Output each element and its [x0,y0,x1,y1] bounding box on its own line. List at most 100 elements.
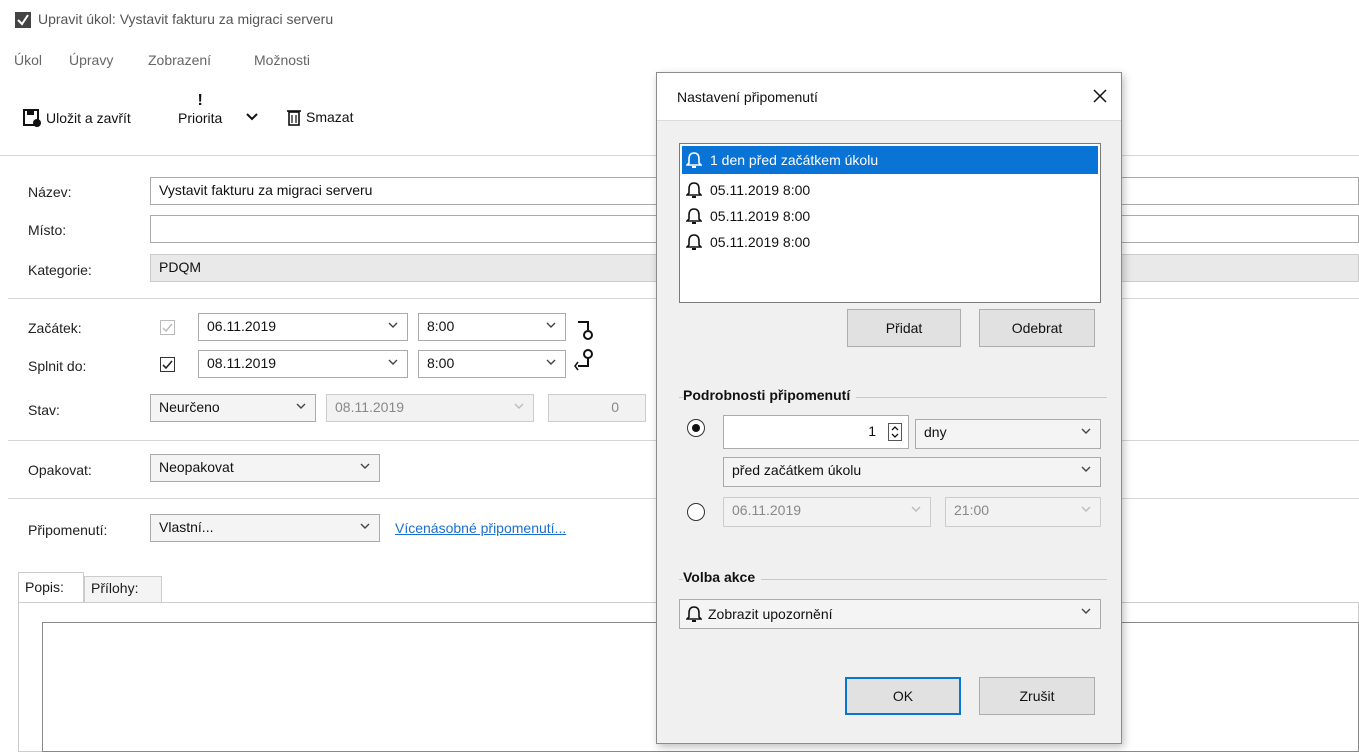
title-bar: Upravit úkol: Vystavit fakturu za migrac… [0,0,1359,44]
menu-zobrazeni[interactable]: Zobrazení [148,52,211,68]
delete-label: Smazat [306,109,354,125]
chevron-down-icon [1081,506,1091,512]
chevron-down-icon [911,506,921,512]
reminder-dialog: Nastavení připomenutí 1 den před začátke… [656,72,1122,744]
action-select[interactable]: Zobrazit upozornění [679,599,1101,629]
close-icon[interactable] [1089,85,1111,107]
list-item[interactable]: 05.11.2019 8:00 [682,202,1098,230]
chevron-down-icon [546,359,556,365]
absolute-time-value: 21:00 [954,502,990,518]
reminder-item-label: 1 den před začátkem úkolu [710,152,879,168]
chevron-down-icon[interactable] [245,112,259,122]
details-group-title: Podrobnosti připomenutí [683,387,857,403]
due-checkbox[interactable] [160,357,175,372]
place-label: Místo: [28,222,67,238]
category-label: Kategorie: [28,262,92,278]
action-value: Zobrazit upozornění [708,606,833,622]
unit-select[interactable]: dny [915,419,1101,449]
trash-icon [287,110,301,126]
tab-description[interactable]: Popis: [18,572,84,602]
start-label: Začátek: [28,320,82,336]
ok-button[interactable]: OK [845,677,961,715]
status-label: Stav: [28,402,60,418]
link-chain-icon[interactable] [574,318,598,378]
priority-mark: ! [197,92,203,109]
chevron-down-icon [546,322,556,328]
start-date-select[interactable]: 06.11.2019 [198,313,408,341]
status-date-value: 08.11.2019 [335,399,405,415]
absolute-date-select: 06.11.2019 [723,497,931,527]
status-date-select: 08.11.2019 [326,394,534,422]
amount-value: 1 [868,423,876,439]
multi-reminder-link[interactable]: Vícenásobné připomenutí... [395,520,566,536]
add-reminder-button[interactable]: Přidat [847,309,961,347]
chevron-down-icon [360,523,370,529]
unit-value: dny [924,424,947,440]
due-date-value: 08.11.2019 [207,355,277,371]
chevron-down-icon [1081,608,1091,614]
due-time-select[interactable]: 8:00 [418,350,566,378]
status-percent-value: 0 [611,399,619,415]
bell-icon [686,234,702,250]
save-close-button[interactable]: Uložit a zavřít [22,108,131,128]
due-label: Splnit do: [28,358,87,374]
repeat-value: Neopakovat [159,459,234,475]
bell-icon [686,152,702,168]
reminder-item-label: 05.11.2019 8:00 [710,208,811,224]
reminder-item-label: 05.11.2019 8:00 [710,182,811,198]
chevron-down-icon [296,403,306,409]
absolute-time-select: 21:00 [945,497,1101,527]
start-time-value: 8:00 [427,318,455,334]
priority-button[interactable]: ! Priorita [178,92,222,126]
delete-button[interactable]: Smazat [286,108,353,126]
save-icon [23,109,41,127]
due-time-value: 8:00 [427,355,455,371]
list-item[interactable]: 05.11.2019 8:00 [682,228,1098,256]
menu-moznosti[interactable]: Možnosti [254,52,310,68]
window-title: Upravit úkol: Vystavit fakturu za migrac… [38,11,334,27]
list-item[interactable]: 1 den před začátkem úkolu [682,146,1098,174]
dialog-title: Nastavení připomenutí [677,89,818,105]
app-icon [15,12,31,28]
repeat-select[interactable]: Neopakovat [150,454,380,482]
bell-icon [686,208,702,224]
priority-label: Priorita [178,110,223,126]
amount-spinner[interactable]: 1 [723,415,909,449]
cancel-button[interactable]: Zrušit [979,677,1095,715]
status-percent-spinner: 0 [548,394,646,422]
list-item[interactable]: 05.11.2019 8:00 [682,176,1098,204]
action-group-title: Volba akce [683,569,762,585]
reminder-select[interactable]: Vlastní... [150,514,380,542]
absolute-date-value: 06.11.2019 [732,502,802,518]
status-select[interactable]: Neurčeno [150,394,316,422]
repeat-label: Opakovat: [28,462,92,478]
spinner-arrows-icon[interactable] [888,423,902,441]
bell-icon [686,606,702,622]
menu-upravy[interactable]: Úpravy [69,52,113,68]
name-label: Název: [28,184,72,200]
relation-value: před začátkem úkolu [732,462,862,478]
absolute-radio[interactable] [687,503,705,521]
chevron-down-icon [388,322,398,328]
chevron-down-icon [1081,466,1091,472]
tab-attachments[interactable]: Přílohy: [84,576,162,602]
start-time-select[interactable]: 8:00 [418,313,566,341]
reminder-item-label: 05.11.2019 8:00 [710,234,811,250]
status-value: Neurčeno [159,399,220,415]
reminder-list[interactable]: 1 den před začátkem úkolu 05.11.2019 8:0… [679,143,1101,303]
save-close-label: Uložit a zavřít [46,110,131,126]
relative-radio[interactable] [687,419,705,437]
chevron-down-icon [514,403,524,409]
chevron-down-icon [1081,428,1091,434]
due-date-select[interactable]: 08.11.2019 [198,350,408,378]
chevron-down-icon [360,463,370,469]
reminder-label: Připomenutí: [28,522,108,538]
dialog-title-bar: Nastavení připomenutí [657,73,1121,121]
bell-icon [686,182,702,198]
reminder-value: Vlastní... [159,519,214,535]
relation-select[interactable]: před začátkem úkolu [723,457,1101,487]
remove-reminder-button[interactable]: Odebrat [979,309,1095,347]
start-checkbox[interactable] [160,320,175,335]
menu-ukol[interactable]: Úkol [14,52,42,68]
start-date-value: 06.11.2019 [207,318,277,334]
